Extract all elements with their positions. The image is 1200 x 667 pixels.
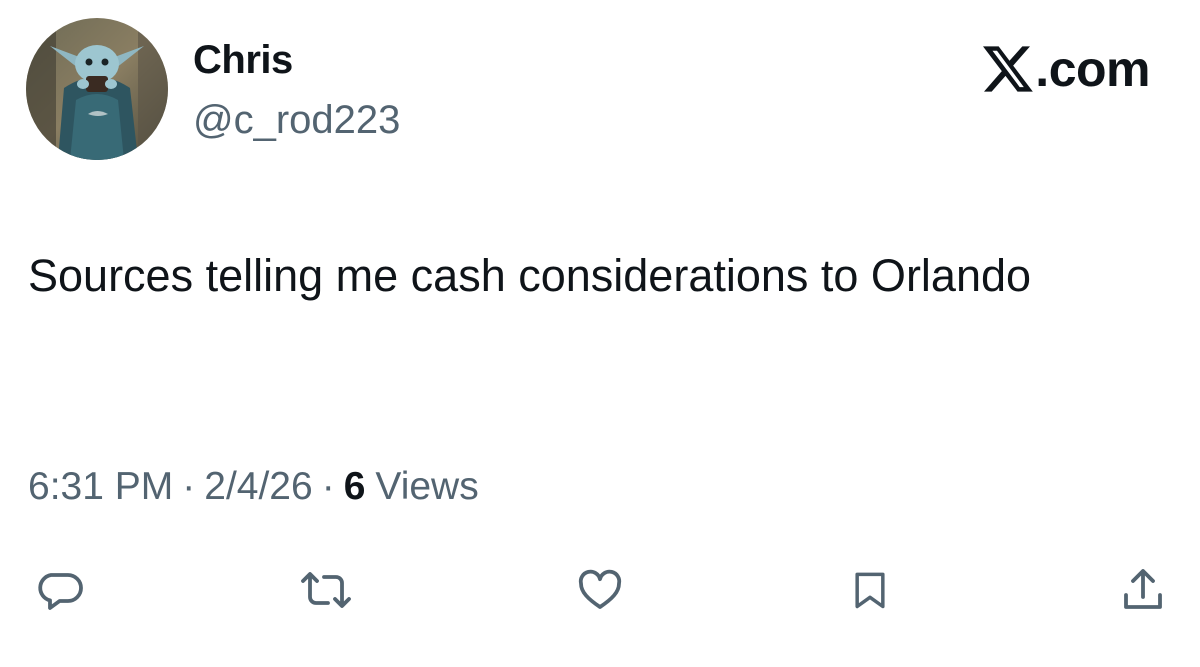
bookmark-button[interactable] [840, 560, 900, 620]
retweet-icon [301, 572, 351, 608]
views-label: Views [375, 465, 479, 508]
reply-button[interactable] [30, 560, 90, 620]
tweet-date[interactable]: 2/4/26 [204, 465, 312, 509]
avatar-image [26, 18, 168, 160]
like-icon [578, 569, 622, 609]
user-handle[interactable]: @c_rod223 [193, 98, 400, 143]
avatar[interactable] [26, 18, 168, 160]
share-icon [1124, 569, 1162, 609]
meta-separator: · [182, 465, 196, 508]
like-button[interactable] [570, 560, 630, 620]
display-name[interactable]: Chris [193, 38, 293, 83]
brand-domain: .com [1035, 41, 1150, 97]
retweet-button[interactable] [296, 560, 356, 620]
tweet-time[interactable]: 6:31 PM [28, 465, 173, 509]
brand-label: .com [983, 40, 1150, 98]
tweet-text: Sources telling me cash considerations t… [28, 250, 1032, 301]
meta-separator: · [321, 465, 335, 508]
x-logo-icon [983, 46, 1034, 92]
views-count: 6 [343, 465, 366, 508]
reply-icon [38, 573, 83, 610]
share-button[interactable] [1113, 560, 1173, 620]
bookmark-icon [855, 572, 885, 609]
action-bar [0, 560, 1200, 620]
tweet-meta: 6:31 PM · 2/4/26 · 6 Views [28, 465, 479, 509]
